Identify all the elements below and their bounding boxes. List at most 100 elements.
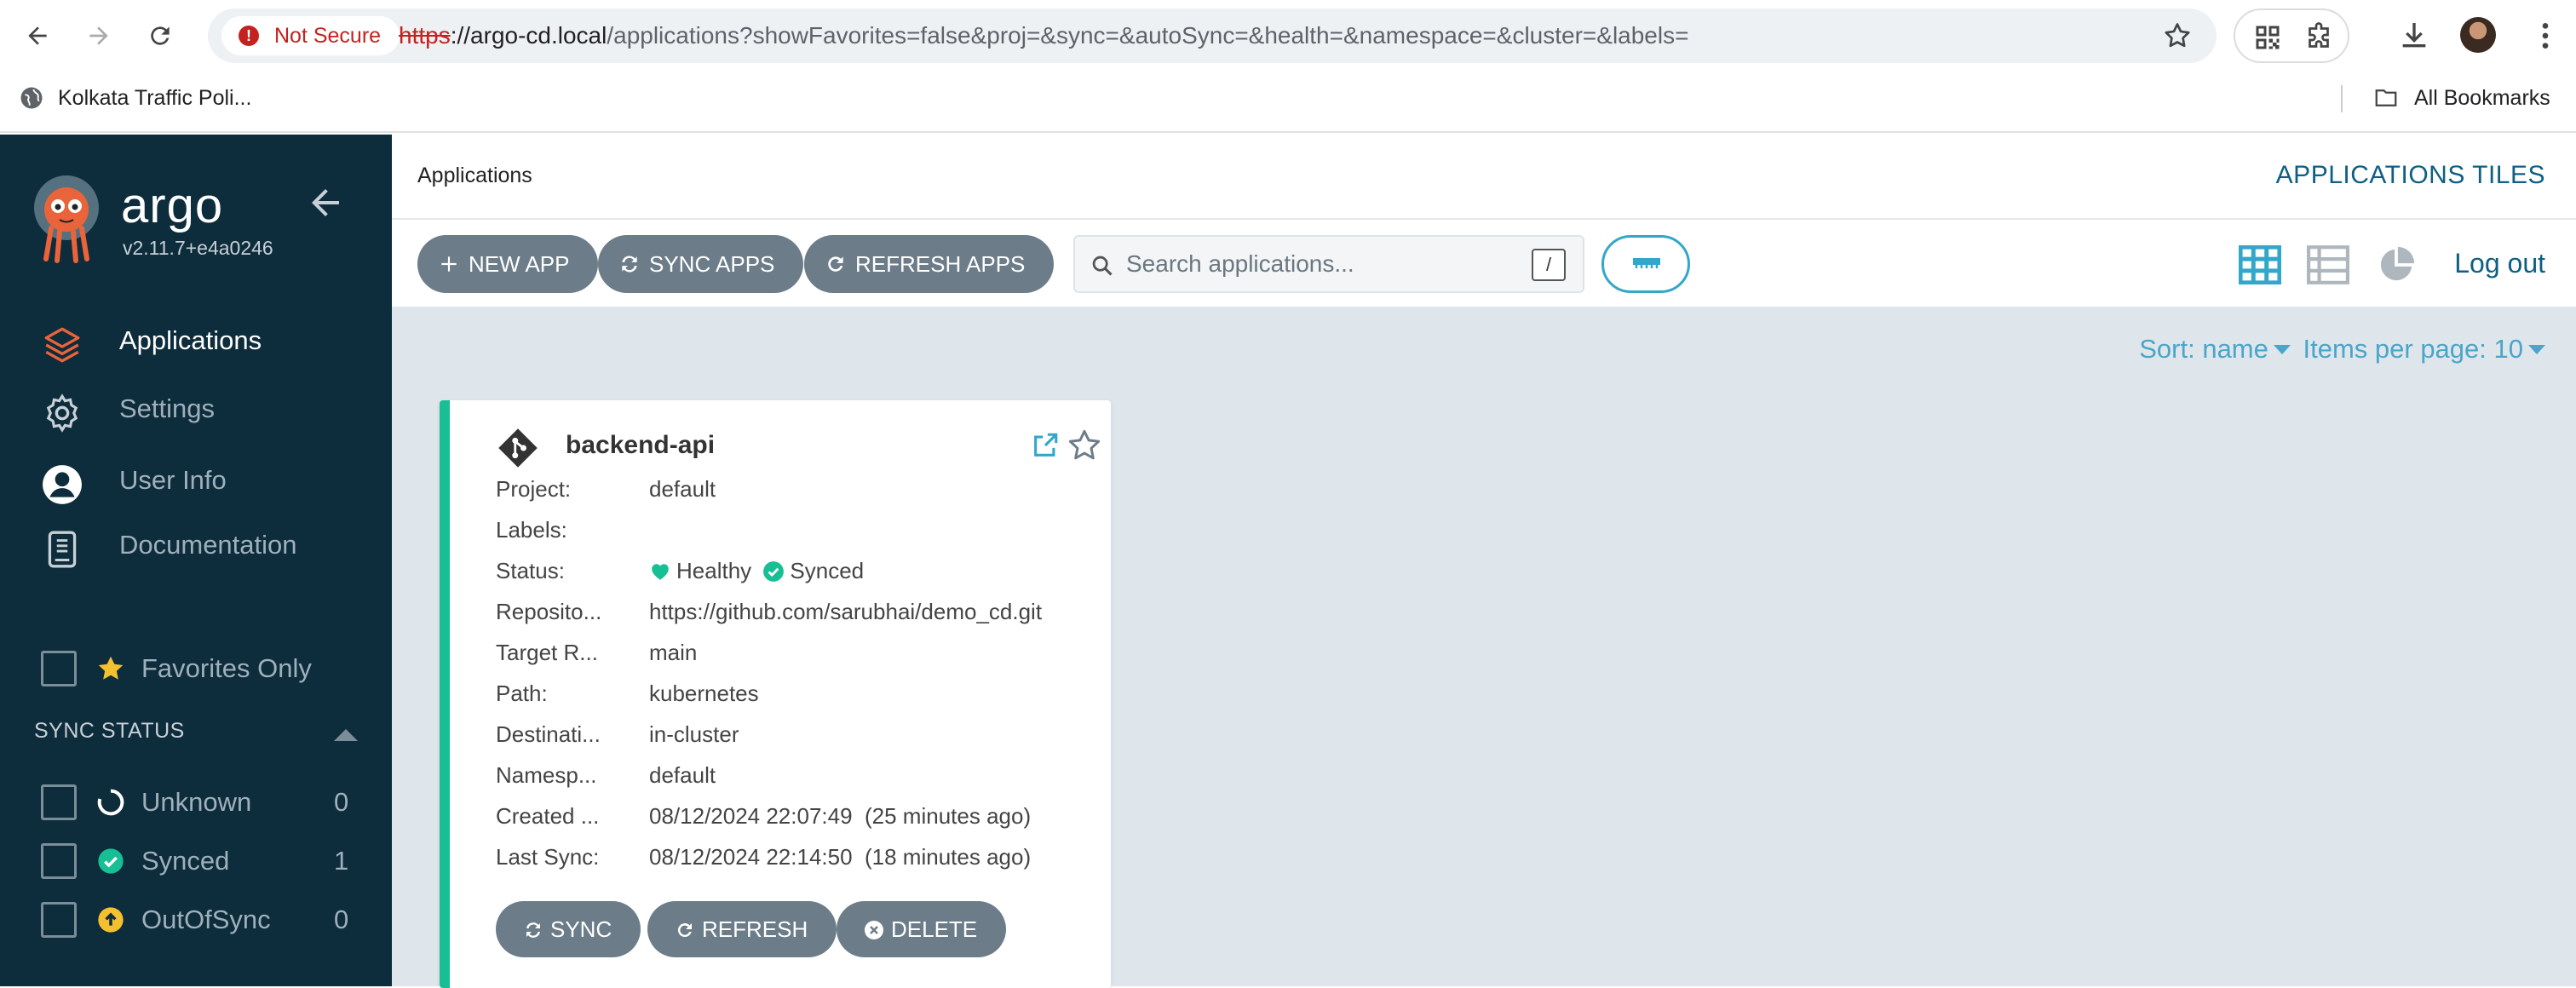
field-value: https://github.com/sarubhai/demo_cd.git <box>649 599 1043 624</box>
sort-dropdown[interactable]: Sort: name <box>2139 334 2268 364</box>
sync-apps-label: SYNC APPS <box>649 251 775 277</box>
reload-button[interactable] <box>141 17 179 55</box>
nav-applications[interactable]: Applications <box>0 310 392 371</box>
check-circle-icon <box>98 848 124 874</box>
filter-label: OutOfSync <box>141 905 271 934</box>
bookmark-kolkata-traffic[interactable]: Kolkata Traffic Poli... <box>58 72 251 124</box>
breadcrumb[interactable]: Applications <box>417 135 532 216</box>
field-key: Namesp... <box>496 762 597 788</box>
search-icon <box>1092 256 1113 276</box>
nav-settings[interactable]: Settings <box>0 378 392 439</box>
security-label: Not Secure <box>274 24 382 48</box>
filter-count: 0 <box>334 905 349 934</box>
tiles-view-icon[interactable] <box>2239 245 2281 284</box>
profile-avatar[interactable] <box>2460 17 2496 53</box>
field-value: 08/12/2024 22:14:50 (18 minutes ago) <box>649 844 1032 870</box>
filter-synced[interactable]: Synced 1 <box>0 835 392 886</box>
security-chip[interactable]: ! Not Secure <box>221 16 400 55</box>
refresh-button[interactable]: REFRESH <box>647 901 837 957</box>
user-icon <box>43 465 82 504</box>
url-host: ://argo-cd.local <box>450 22 607 49</box>
bookmark-star-icon[interactable] <box>2162 20 2193 51</box>
field-target-revision: Target R... main <box>496 632 1109 673</box>
nav-documentation[interactable]: Documentation <box>0 514 392 576</box>
filter-outofsync[interactable]: OutOfSync 0 <box>0 893 392 945</box>
field-key: Last Sync: <box>496 844 600 870</box>
nav-label: User Info <box>119 465 227 495</box>
new-app-button[interactable]: NEW APP <box>417 235 599 293</box>
circle-notch-icon <box>97 789 124 816</box>
favorite-star-icon[interactable] <box>1067 428 1102 463</box>
folder-icon <box>2375 89 2397 106</box>
favorites-only-filter[interactable]: Favorites Only <box>0 642 392 693</box>
filters-icon <box>1633 258 1660 268</box>
delete-button[interactable]: DELETE <box>837 901 1007 957</box>
field-value: in-cluster <box>649 721 739 747</box>
kebab-menu-icon[interactable] <box>2528 19 2562 53</box>
refresh-apps-button[interactable]: REFRESH APPS <box>804 235 1055 293</box>
download-icon[interactable] <box>2397 19 2431 53</box>
field-key: Target R... <box>496 640 598 665</box>
collapse-sidebar-icon[interactable] <box>305 182 346 223</box>
list-view-icon[interactable] <box>2307 245 2349 284</box>
url-text[interactable]: https://argo-cd.local/applications?showF… <box>399 9 1688 63</box>
search-input[interactable] <box>1126 242 1518 286</box>
unknown-checkbox[interactable] <box>41 784 77 820</box>
app-name[interactable]: backend-api <box>566 431 715 460</box>
globe-icon <box>20 87 43 109</box>
sync-button[interactable]: SYNC <box>496 901 641 957</box>
refresh-icon <box>677 923 692 938</box>
sync-status: Synced <box>790 558 865 583</box>
field-key: Destinati... <box>496 721 601 747</box>
favorites-checkbox[interactable] <box>41 651 77 686</box>
layers-icon <box>44 327 80 363</box>
search-shortcut-key: / <box>1532 249 1566 281</box>
pie-chart-icon[interactable] <box>2375 245 2418 284</box>
nav-label: Settings <box>119 393 216 423</box>
all-bookmarks[interactable]: All Bookmarks <box>2414 72 2550 124</box>
book-icon <box>48 531 77 568</box>
check-circle-icon <box>763 561 785 582</box>
app-tile[interactable]: backend-api Project: default Labels: Sta… <box>440 400 1111 988</box>
filter-unknown[interactable]: Unknown 0 <box>0 776 392 827</box>
address-bar[interactable]: ! Not Secure https://argo-cd.local/appli… <box>208 9 2217 63</box>
new-app-label: NEW APP <box>469 251 570 277</box>
sync-apps-button[interactable]: SYNC APPS <box>598 235 804 293</box>
arrow-left-icon <box>28 26 47 45</box>
arrow-right-icon <box>89 26 108 45</box>
logout-link[interactable]: Log out <box>2454 220 2545 307</box>
field-value: default <box>649 762 716 788</box>
warning-icon: ! <box>239 26 259 46</box>
search-box: / <box>1073 235 1584 293</box>
applications-toolbar: NEW APP SYNC APPS REFRESH APPS / Log out <box>392 220 2576 307</box>
forward-button[interactable] <box>80 17 118 55</box>
field-key: Labels: <box>496 517 567 543</box>
nav-user-info[interactable]: User Info <box>0 450 392 511</box>
qr-code-icon[interactable] <box>2252 22 2283 53</box>
external-link-icon[interactable] <box>1031 431 1060 460</box>
extensions-group <box>2234 9 2349 63</box>
field-value: main <box>649 640 698 665</box>
synced-checkbox[interactable] <box>41 843 77 879</box>
items-per-page-dropdown[interactable]: Items per page: 10 <box>2303 334 2524 364</box>
heart-icon <box>652 564 669 580</box>
plus-icon <box>441 256 457 272</box>
nav-label: Documentation <box>119 530 297 560</box>
field-key: Project: <box>496 476 572 502</box>
browser-toolbar: ! Not Secure https://argo-cd.local/appli… <box>0 0 2576 72</box>
back-button[interactable] <box>19 17 56 55</box>
collapse-caret-icon[interactable] <box>334 729 358 741</box>
puzzle-icon[interactable] <box>2303 22 2334 53</box>
field-value: default <box>649 476 716 502</box>
field-value: 08/12/2024 22:07:49 (25 minutes ago) <box>649 803 1032 829</box>
field-key: Reposito... <box>496 599 602 624</box>
filter-toggle-button[interactable] <box>1601 235 1690 293</box>
field-key: Path: <box>496 681 548 706</box>
field-value: kubernetes <box>649 681 759 706</box>
field-key: Created ... <box>496 803 600 829</box>
gear-icon <box>46 393 78 433</box>
field-namespace: Namesp... default <box>496 755 1109 796</box>
field-repository: Reposito... https://github.com/sarubhai/… <box>496 591 1109 632</box>
outofsync-checkbox[interactable] <box>41 902 77 938</box>
delete-label: DELETE <box>891 916 978 942</box>
